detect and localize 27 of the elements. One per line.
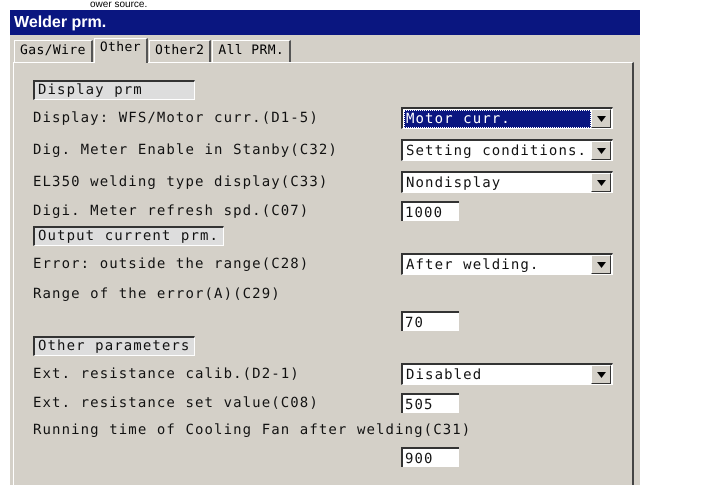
tab[interactable]: Other [94, 38, 148, 63]
window-title: Welder prm. [14, 14, 106, 32]
field-label: Error: outside the range(C28) [33, 256, 310, 272]
tab[interactable]: All PRM. [212, 40, 292, 62]
group-label: Display prm [33, 80, 195, 100]
tab[interactable]: Other2 [148, 40, 212, 62]
group-label: Output current prm. [33, 226, 224, 246]
field-label: EL350 welding type display(C33) [33, 174, 328, 190]
input-field[interactable]: 900 [401, 447, 459, 467]
field-label: Display: WFS/Motor curr.(D1-5) [33, 110, 319, 126]
field-label: Ext. resistance calib.(D2-1) [33, 366, 300, 382]
input-field[interactable]: 505 [401, 393, 459, 413]
field-label: Digi. Meter refresh spd.(C07) [33, 203, 310, 219]
field-label: Range of the error(A)(C29) [33, 286, 281, 302]
field-label: Dig. Meter Enable in Stanby(C32) [33, 142, 338, 158]
input-field[interactable]: 1000 [401, 201, 459, 221]
dropdown[interactable]: Nondisplay [401, 171, 613, 193]
field-label: Ext. resistance set value(C08) [33, 395, 319, 411]
dropdown[interactable]: Setting conditions. [401, 139, 613, 161]
tab[interactable]: Gas/Wire [14, 40, 93, 62]
dropdown[interactable]: Motor curr. [401, 107, 613, 129]
caption-text: ower source. [89, 0, 148, 10]
field-label: Running time of Cooling Fan after welding(C31) [33, 422, 472, 438]
dropdown[interactable]: Disabled [401, 363, 613, 385]
input-field[interactable]: 70 [401, 311, 459, 331]
group-label: Other parameters [33, 336, 196, 356]
dropdown[interactable]: After welding. [401, 253, 613, 275]
